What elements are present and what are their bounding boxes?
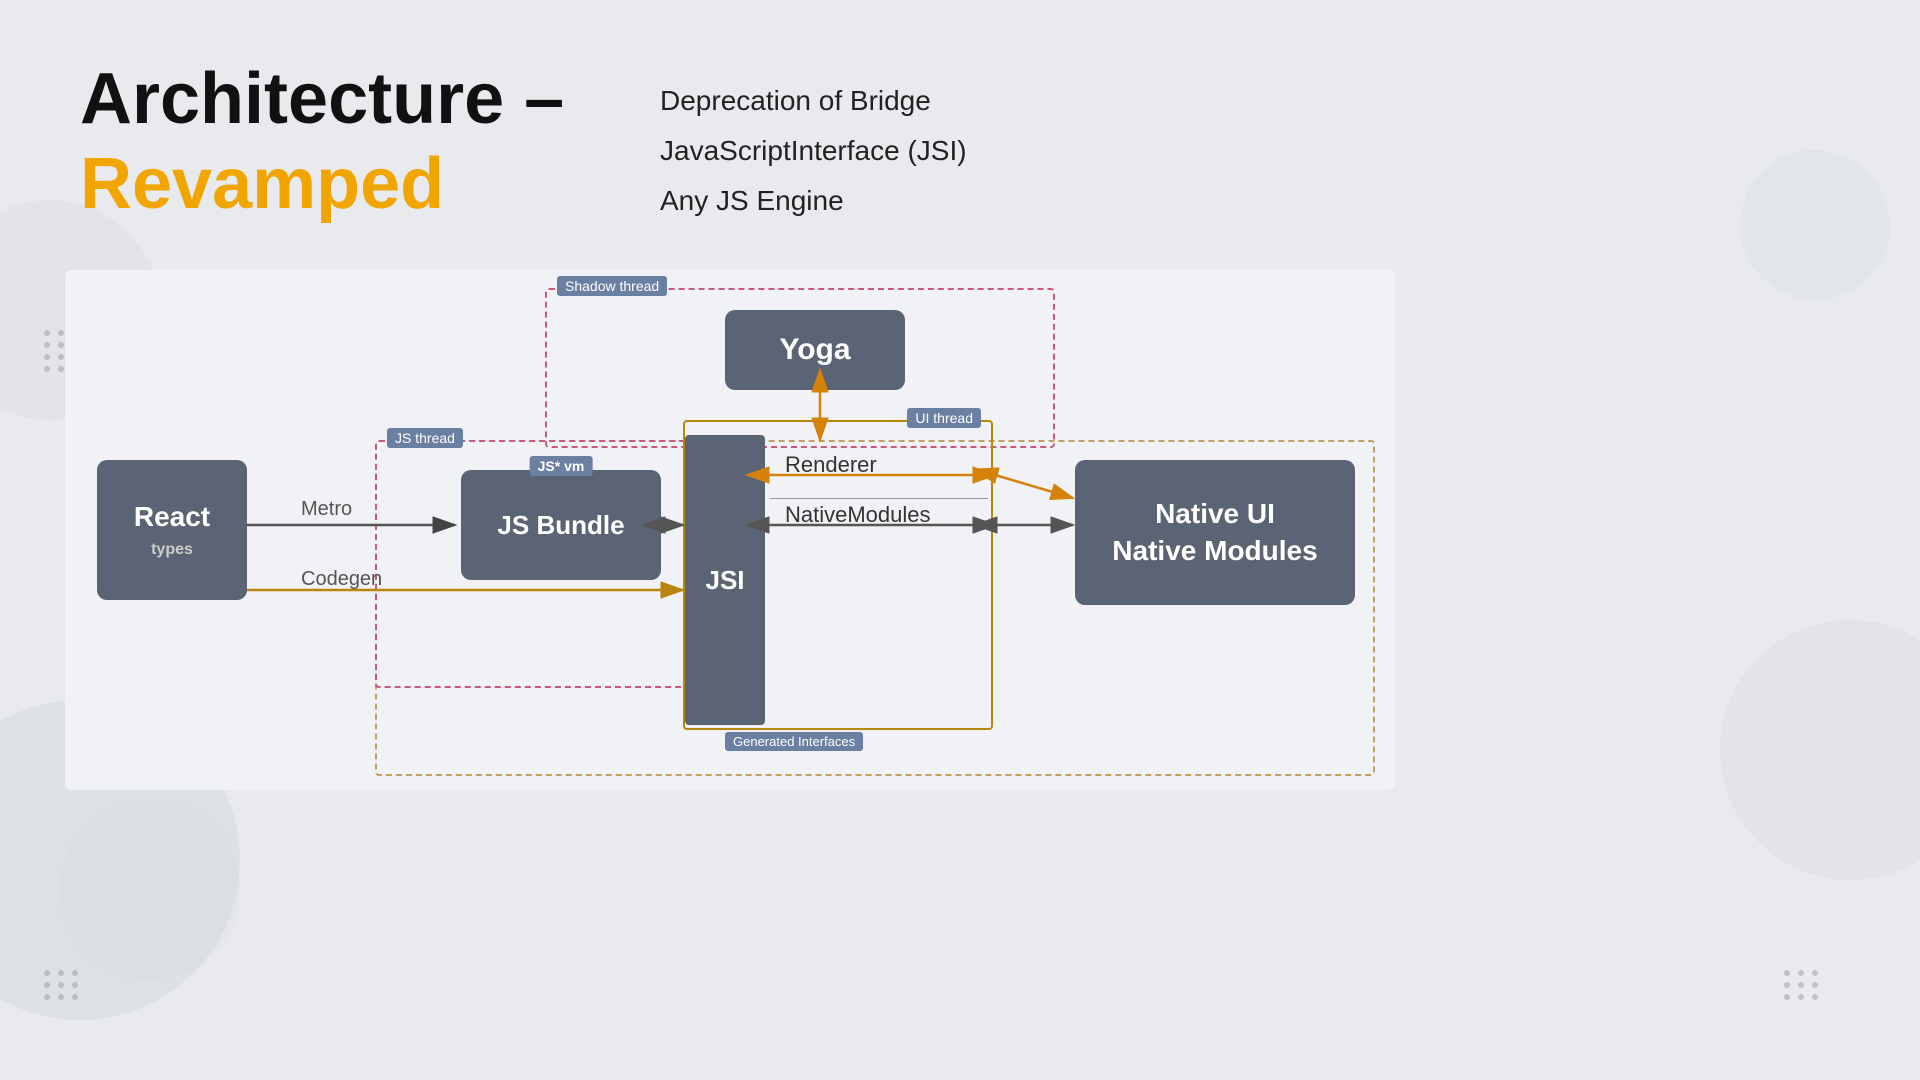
native-ui-label: Native UI: [1155, 496, 1275, 532]
native-modules-right-label: Native Modules: [1112, 533, 1317, 569]
jsi-divider: [770, 498, 988, 499]
bullet-3: Any JS Engine: [660, 180, 967, 222]
header-section: Architecture – Revamped: [80, 60, 564, 225]
codegen-arrow-label: Codegen: [301, 568, 382, 591]
title-revamped: Revamped: [80, 143, 564, 225]
jsbundle-box: JS* vm JS Bundle: [461, 470, 661, 580]
shadow-thread-label: Shadow thread: [557, 276, 667, 296]
native-modules-diagram-label: NativeModules: [785, 502, 931, 528]
ui-thread-label: UI thread: [907, 408, 981, 428]
bullet-1: Deprecation of Bridge: [660, 80, 967, 122]
diagram-container: Shadow thread Yoga JS thread UI thread J…: [65, 270, 1395, 790]
jsvm-label: JS* vm: [530, 456, 593, 476]
dots-decoration-bottom-left: [44, 970, 80, 1000]
react-types: types: [151, 541, 193, 559]
yoga-box: Yoga: [725, 310, 905, 390]
react-box: React types: [97, 460, 247, 600]
dots-decoration-bottom-right: [1784, 970, 1820, 1000]
bullet-2: JavaScriptInterface (JSI): [660, 130, 967, 172]
jsi-pillar: JSI: [685, 435, 765, 725]
bullets-section: Deprecation of Bridge JavaScriptInterfac…: [660, 80, 967, 230]
renderer-label: Renderer: [785, 452, 877, 478]
js-thread-label: JS thread: [387, 428, 463, 448]
native-box: Native UI Native Modules: [1075, 460, 1355, 605]
title-architecture: Architecture –: [80, 60, 564, 139]
generated-interfaces-label: Generated Interfaces: [725, 732, 863, 751]
metro-arrow-label: Metro: [301, 498, 352, 521]
